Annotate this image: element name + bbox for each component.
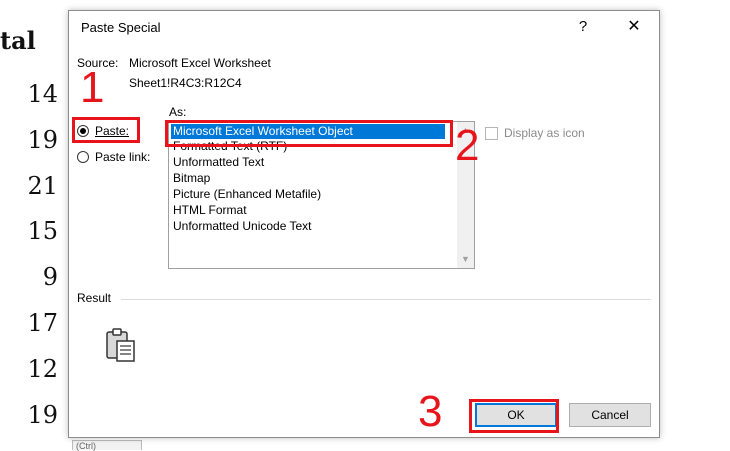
- source-value: Microsoft Excel Worksheet: [129, 56, 271, 70]
- list-item[interactable]: Unformatted Text: [171, 155, 264, 170]
- paste-options-tag[interactable]: (Ctrl): [72, 440, 142, 451]
- background-value: 12: [27, 355, 58, 383]
- background-value: 19: [27, 126, 58, 154]
- paste-link-radio-option[interactable]: Paste link:: [77, 150, 150, 164]
- list-item[interactable]: Picture (Enhanced Metafile): [171, 187, 321, 202]
- paste-link-radio[interactable]: [77, 151, 89, 163]
- background-value: 14: [27, 80, 58, 108]
- help-button[interactable]: ?: [569, 15, 597, 39]
- background-column-header: tal: [0, 26, 36, 55]
- background-value: 9: [42, 263, 58, 291]
- result-label: Result: [77, 291, 112, 305]
- result-divider: [121, 299, 651, 300]
- clipboard-icon: [106, 328, 135, 362]
- display-as-icon-option[interactable]: Display as icon: [485, 126, 585, 140]
- list-item[interactable]: Bitmap: [171, 171, 210, 186]
- display-as-icon-label: Display as icon: [504, 126, 585, 140]
- cancel-button[interactable]: Cancel: [569, 403, 651, 427]
- scroll-down-icon[interactable]: ▼: [457, 251, 474, 268]
- title-bar[interactable]: Paste Special ? ✕: [69, 11, 659, 43]
- background-value: 21: [27, 172, 58, 200]
- background-value: 17: [27, 309, 58, 337]
- as-label: As:: [169, 105, 187, 119]
- annotation-box-paste: [72, 117, 140, 143]
- annotation-number-3: 3: [418, 387, 443, 436]
- annotation-box-list-item: [165, 120, 453, 147]
- annotation-number-2: 2: [455, 121, 480, 170]
- source-range: Sheet1!R4C3:R12C4: [129, 76, 242, 90]
- list-item[interactable]: HTML Format: [171, 203, 247, 218]
- close-button[interactable]: ✕: [617, 15, 651, 39]
- list-item[interactable]: Unformatted Unicode Text: [171, 219, 312, 234]
- paste-special-dialog: Paste Special ? ✕ Source: Microsoft Exce…: [68, 10, 660, 438]
- paste-link-radio-label: Paste link:: [95, 150, 151, 164]
- background-value: 15: [27, 217, 58, 245]
- background-value: 19: [27, 401, 58, 429]
- annotation-box-ok: [469, 399, 559, 433]
- annotation-number-1: 1: [80, 63, 105, 112]
- dialog-title: Paste Special: [81, 20, 161, 35]
- display-as-icon-checkbox[interactable]: [485, 126, 498, 140]
